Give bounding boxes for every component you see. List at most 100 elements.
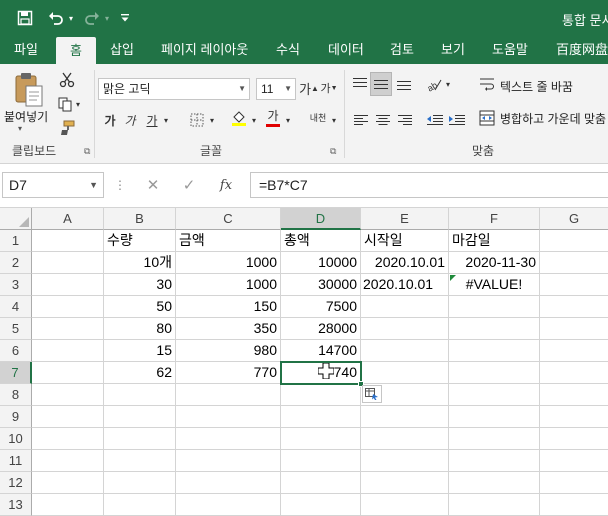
grid-cell[interactable] <box>32 252 104 274</box>
cancel-entry-icon[interactable]: ✕ <box>142 174 164 196</box>
grid-cell[interactable] <box>32 340 104 362</box>
align-bottom-icon[interactable] <box>394 74 414 94</box>
grid-cell[interactable] <box>104 494 176 516</box>
bold-button[interactable]: 가 <box>102 110 118 130</box>
grid-cell[interactable] <box>32 296 104 318</box>
cell-b7[interactable]: 62 <box>104 362 176 384</box>
align-right-icon[interactable] <box>396 110 414 130</box>
font-color-button[interactable]: 가 <box>264 108 282 128</box>
cell-c1[interactable]: 금액 <box>176 230 281 252</box>
grid-cell[interactable] <box>361 472 449 494</box>
grid-cell[interactable] <box>449 318 540 340</box>
grid-cell[interactable] <box>361 362 449 384</box>
grid-cell[interactable] <box>540 274 608 296</box>
grid-cell[interactable] <box>449 406 540 428</box>
grid-cell[interactable] <box>32 230 104 252</box>
row-header[interactable]: 7 <box>0 362 32 384</box>
column-header-b[interactable]: B <box>104 208 176 230</box>
phonetic-guide-button[interactable]: 내천 <box>306 108 330 128</box>
cell-c2[interactable]: 1000 <box>176 252 281 274</box>
grid-cell[interactable] <box>540 318 608 340</box>
cut-icon[interactable] <box>58 70 76 90</box>
grid-cell[interactable] <box>32 318 104 340</box>
grid-cell[interactable] <box>104 384 176 406</box>
wrap-text-icon[interactable] <box>478 74 496 94</box>
tab-home[interactable]: 홈 <box>56 37 96 64</box>
merge-center-button[interactable]: 병합하고 가운데 맞춤 <box>500 110 606 127</box>
cell-e1[interactable]: 시작일 <box>361 230 449 252</box>
borders-icon[interactable] <box>188 110 206 130</box>
clipboard-dialog-launcher-icon[interactable]: ⧉ <box>84 146 90 157</box>
grid-cell[interactable] <box>104 428 176 450</box>
save-icon[interactable] <box>14 8 36 28</box>
grid-cell[interactable] <box>540 428 608 450</box>
grid-cell[interactable] <box>449 450 540 472</box>
borders-dropdown-icon[interactable]: ▾ <box>208 110 216 130</box>
name-box[interactable]: D7 ▼ <box>2 172 104 198</box>
column-header-f[interactable]: F <box>449 208 540 230</box>
wrap-text-button[interactable]: 텍스트 줄 바꿈 <box>500 78 573 95</box>
grid-cell[interactable] <box>32 406 104 428</box>
column-header-a[interactable]: A <box>32 208 104 230</box>
cell-d5[interactable]: 28000 <box>281 318 361 340</box>
grid-cell[interactable] <box>176 428 281 450</box>
grid-cell[interactable] <box>449 472 540 494</box>
grid-cell[interactable] <box>32 494 104 516</box>
tab-formulas[interactable]: 수식 <box>276 36 300 64</box>
paste-dropdown-icon[interactable]: ▾ <box>18 124 22 133</box>
grid-cell[interactable] <box>281 384 361 406</box>
row-header[interactable]: 2 <box>0 252 32 274</box>
cell-c3[interactable]: 1000 <box>176 274 281 296</box>
cell-c7[interactable]: 770 <box>176 362 281 384</box>
cell-c4[interactable]: 150 <box>176 296 281 318</box>
customize-qat-icon[interactable] <box>118 8 132 28</box>
cell-d4[interactable]: 7500 <box>281 296 361 318</box>
tab-file[interactable]: 파일 <box>14 36 38 64</box>
grid-cell[interactable] <box>281 472 361 494</box>
grid-cell[interactable] <box>32 274 104 296</box>
align-top-icon[interactable] <box>350 74 370 94</box>
grid-cell[interactable] <box>540 384 608 406</box>
cell-b1[interactable]: 수량 <box>104 230 176 252</box>
row-header[interactable]: 11 <box>0 450 32 472</box>
redo-icon[interactable] <box>82 8 102 28</box>
grid-cell[interactable] <box>540 296 608 318</box>
shrink-font-button[interactable]: 가 ▼ <box>320 78 338 98</box>
grid-cell[interactable] <box>281 494 361 516</box>
copy-dropdown-icon[interactable]: ▾ <box>74 94 82 114</box>
grid-cell[interactable] <box>32 384 104 406</box>
grid-cell[interactable] <box>104 406 176 428</box>
redo-dropdown-icon[interactable]: ▾ <box>102 8 112 28</box>
quick-analysis-button[interactable] <box>362 385 382 403</box>
row-header[interactable]: 9 <box>0 406 32 428</box>
merge-center-icon[interactable] <box>478 108 496 128</box>
grid-cell[interactable] <box>361 406 449 428</box>
grow-font-button[interactable]: 가 ▲ <box>299 78 319 98</box>
underline-button[interactable]: 가 <box>144 110 160 130</box>
grid-cell[interactable] <box>281 428 361 450</box>
tab-review[interactable]: 검토 <box>390 36 414 64</box>
row-header[interactable]: 13 <box>0 494 32 516</box>
grid-cell[interactable] <box>449 340 540 362</box>
tab-help[interactable]: 도움말 <box>492 36 528 64</box>
insert-function-button[interactable]: fx <box>214 174 238 196</box>
align-center-icon[interactable] <box>374 110 392 130</box>
grid-cell[interactable] <box>176 494 281 516</box>
grid-cell[interactable] <box>32 362 104 384</box>
grid-cell[interactable] <box>32 428 104 450</box>
grid-cell[interactable] <box>540 230 608 252</box>
orientation-dropdown-icon[interactable]: ▾ <box>444 74 452 94</box>
tab-insert[interactable]: 삽입 <box>110 36 134 64</box>
font-size-combo[interactable]: 11 ▼ <box>256 78 296 100</box>
tab-data[interactable]: 데이터 <box>328 36 364 64</box>
cell-b3[interactable]: 30 <box>104 274 176 296</box>
tab-baidu-netdisk[interactable]: 百度网盘 <box>556 36 608 64</box>
column-header-d[interactable]: D <box>281 208 361 230</box>
cell-d3[interactable]: 30000 <box>281 274 361 296</box>
undo-dropdown-icon[interactable]: ▾ <box>66 8 76 28</box>
grid-cell[interactable] <box>540 494 608 516</box>
cell-b5[interactable]: 80 <box>104 318 176 340</box>
grid-cell[interactable] <box>540 406 608 428</box>
row-header[interactable]: 6 <box>0 340 32 362</box>
grid-cell[interactable] <box>32 472 104 494</box>
